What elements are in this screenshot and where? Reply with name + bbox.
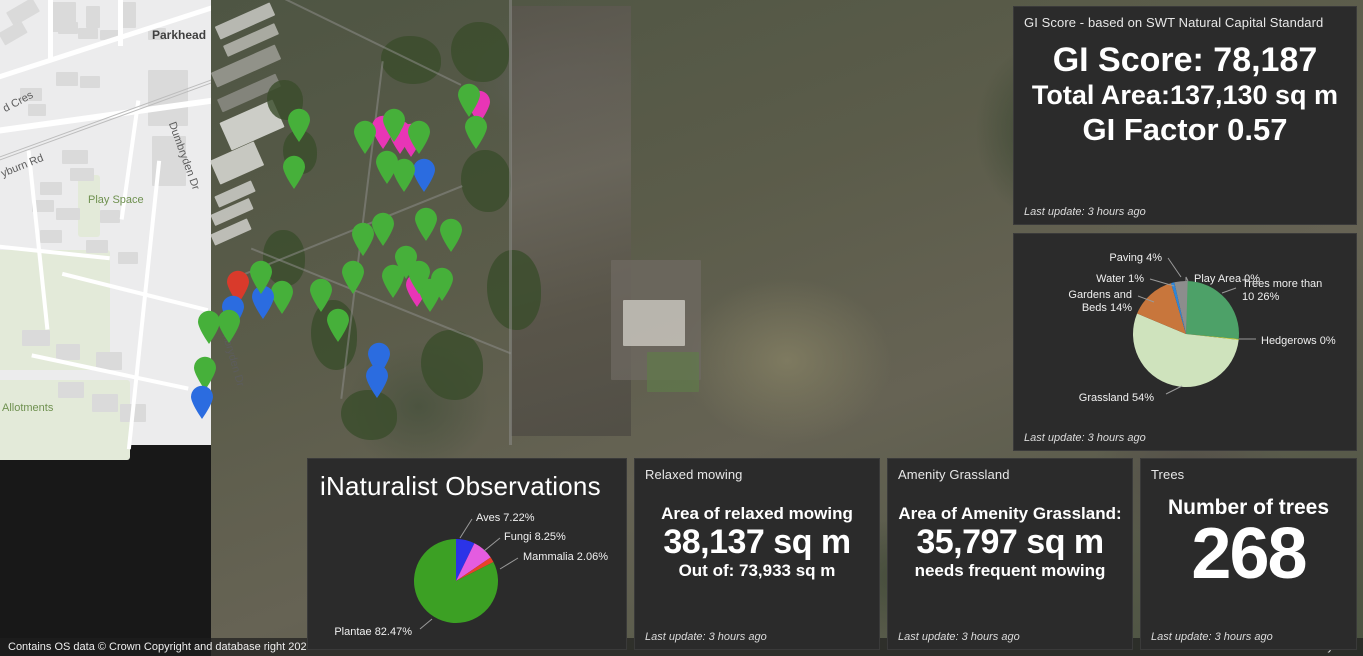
landuse-last-update: Last update: 3 hours ago <box>1024 432 1146 444</box>
map-label: Allotments <box>2 402 54 414</box>
pie-label: Hedgerows 0% <box>1261 335 1336 347</box>
map-pin-tree[interactable] <box>406 120 432 154</box>
map-pin-tree[interactable] <box>406 260 432 294</box>
dashboard-root: Location Locations HailesQuarryPark <box>0 0 1363 656</box>
landuse-pie-chart: Play Area 0% Trees more than 10 26% Hedgero… <box>1014 234 1356 450</box>
map-view[interactable]: Parkhead d Cres yburn Rd Dumbryden Dr Play S… <box>0 0 1363 656</box>
pie-leader-line <box>1185 276 1189 282</box>
map-label: Parkhead <box>152 28 207 42</box>
gi-total-area-value: Total Area:137,130 sq m <box>1031 80 1339 111</box>
map-pin-tree[interactable] <box>286 108 312 142</box>
trees-last-update: Last update: 3 hours ago <box>1151 631 1273 643</box>
relaxed-mowing-last-update: Last update: 3 hours ago <box>645 631 767 643</box>
amenity-grassland-value: 35,797 sq m <box>916 523 1104 562</box>
map-pin-tree[interactable] <box>350 222 376 256</box>
trees-title: Trees <box>1151 467 1185 482</box>
map-pin-tree[interactable] <box>248 260 274 294</box>
gi-score-value: GI Score: 78,187 <box>1052 41 1318 79</box>
pie-label: Paving 4% <box>1109 252 1162 264</box>
pie-label: 10 26% <box>1242 291 1280 303</box>
map-pin-tree[interactable] <box>391 158 417 192</box>
map-pin-tree[interactable] <box>196 310 222 344</box>
pie-leader-line <box>499 557 519 570</box>
pie-label: Beds 14% <box>1082 302 1132 314</box>
map-pin-tree[interactable] <box>352 120 378 154</box>
map-pin-blue[interactable] <box>364 364 390 398</box>
map-pin-tree[interactable] <box>429 267 455 301</box>
map-pin-blue[interactable] <box>189 385 215 419</box>
amenity-grassland-title: Amenity Grassland <box>898 467 1010 482</box>
inaturalist-panel: iNaturalist Observations Aves 7.22% Fungi… <box>307 458 627 650</box>
map-pin-tree[interactable] <box>456 83 482 117</box>
map-street-layer <box>0 0 230 460</box>
gi-factor-value: GI Factor 0.57 <box>1082 111 1288 147</box>
pie-leader-line <box>1165 385 1183 395</box>
pie-label: Grassland 54% <box>1079 392 1154 404</box>
trees-count-value: 268 <box>1191 513 1307 594</box>
inaturalist-pie-chart: Aves 7.22% Fungi 8.25% Mammalia 2.06% Plant… <box>308 493 626 649</box>
pie-label: Fungi 8.25% <box>504 531 566 543</box>
map-pin-tree[interactable] <box>413 207 439 241</box>
map-pin-tree[interactable] <box>463 115 489 149</box>
pie-label: Mammalia 2.06% <box>523 551 608 563</box>
map-label: Play Space <box>88 194 144 206</box>
relaxed-mowing-subtitle: Area of relaxed mowing <box>661 504 853 523</box>
landuse-pie-panel: Play Area 0% Trees more than 10 26% Hedgero… <box>1013 233 1357 451</box>
amenity-grassland-panel: Amenity Grassland Area of Amenity Grassl… <box>887 458 1133 650</box>
relaxed-mowing-panel: Relaxed mowing Area of relaxed mowing 38… <box>634 458 880 650</box>
map-basemap: Parkhead d Cres yburn Rd Dumbryden Dr Play S… <box>0 0 1363 656</box>
map-pin-tree[interactable] <box>325 308 351 342</box>
pie-leader-line <box>1167 257 1182 278</box>
pie-label: Plantae 82.47% <box>334 626 412 638</box>
pie-leader-line <box>1149 278 1175 287</box>
pie-leader-line <box>419 618 433 630</box>
trees-panel: Trees Number of trees 268 Last update: 3… <box>1140 458 1357 650</box>
gi-score-panel: GI Score - based on SWT Natural Capital … <box>1013 6 1357 225</box>
amenity-grassland-last-update: Last update: 3 hours ago <box>898 631 1020 643</box>
map-pin-tree[interactable] <box>438 218 464 252</box>
map-pin-tree[interactable] <box>340 260 366 294</box>
relaxed-mowing-body: Area of relaxed mowing 38,137 sq m Out o… <box>635 482 879 580</box>
gi-last-update: Last update: 3 hours ago <box>1024 206 1146 218</box>
map-pin-tree[interactable] <box>281 155 307 189</box>
relaxed-mowing-title: Relaxed mowing <box>645 467 743 482</box>
relaxed-mowing-footnote: Out of: 73,933 sq m <box>678 561 836 581</box>
relaxed-mowing-value: 38,137 sq m <box>663 523 851 562</box>
inaturalist-pie-svg: Aves 7.22% Fungi 8.25% Mammalia 2.06% Plant… <box>334 512 608 638</box>
map-pin-tree[interactable] <box>380 264 406 298</box>
pie-label: Aves 7.22% <box>476 512 535 524</box>
pie-leader-line <box>1221 287 1237 294</box>
pie-leader-line <box>483 537 501 552</box>
amenity-grassland-footnote: needs frequent mowing <box>914 561 1106 581</box>
landuse-pie-svg: Play Area 0%Trees more than10 26%Hedgero… <box>1068 252 1336 404</box>
amenity-grassland-subtitle: Area of Amenity Grassland: <box>898 504 1122 523</box>
pie-leader-line <box>459 518 473 539</box>
pie-label: Trees more than <box>1242 278 1322 290</box>
trees-body: Number of trees 268 <box>1141 482 1356 594</box>
gi-score-values: GI Score: 78,187 Total Area:137,130 sq m… <box>1014 41 1356 148</box>
pie-label: Water 1% <box>1096 273 1144 285</box>
map-pin-tree[interactable] <box>308 278 334 312</box>
pie-label: Gardens and <box>1068 289 1132 301</box>
amenity-grassland-body: Area of Amenity Grassland: 35,797 sq m n… <box>888 482 1132 580</box>
gi-score-title: GI Score - based on SWT Natural Capital … <box>1024 15 1324 30</box>
